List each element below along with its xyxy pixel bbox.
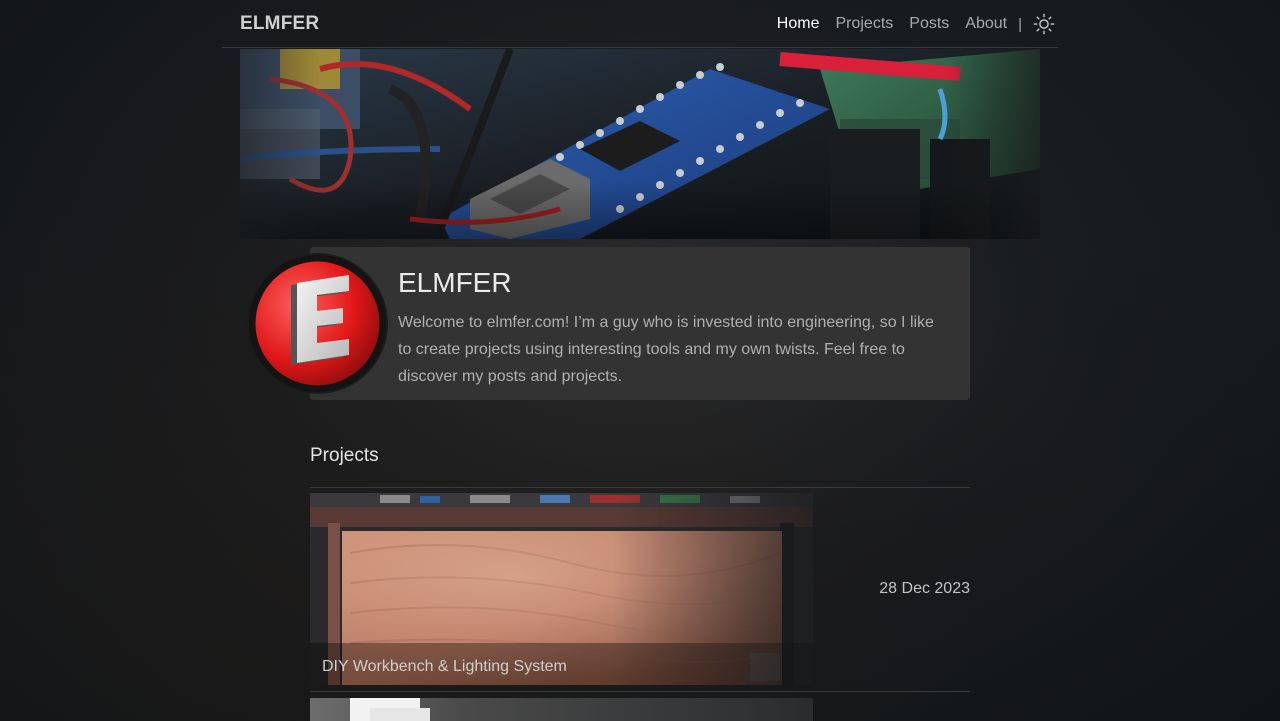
nav-separator: | [1018, 15, 1022, 33]
divider [310, 691, 970, 692]
avatar [249, 255, 386, 392]
project-thumbnail[interactable] [310, 698, 813, 721]
sun-icon [1033, 13, 1055, 35]
nav-link-about[interactable]: About [965, 15, 1007, 33]
profile-card: ELMFER Welcome to elmfer.com! I’m a guy … [310, 247, 970, 400]
projects-heading: Projects [310, 445, 379, 466]
project-title[interactable]: DIY Workbench & Lighting System [322, 658, 567, 676]
nav-link-projects[interactable]: Projects [835, 15, 893, 33]
navbar: ELMFER Home Projects Posts About | [222, 0, 1058, 48]
site-brand[interactable]: ELMFER [240, 13, 319, 35]
hero-banner-image [240, 49, 1040, 239]
project-thumbnail [310, 493, 813, 685]
project-card[interactable]: DIY Workbench & Lighting System 28 Dec 2… [310, 493, 970, 685]
divider [310, 487, 970, 488]
nav-link-home[interactable]: Home [777, 15, 820, 33]
profile-name: ELMFER [398, 267, 512, 298]
nav-link-posts[interactable]: Posts [909, 15, 949, 33]
theme-toggle-button[interactable] [1032, 12, 1056, 36]
nav-links: Home Projects Posts About | [761, 0, 1058, 48]
project-date: 28 Dec 2023 [879, 580, 970, 597]
profile-description: Welcome to elmfer.com! I’m a guy who is … [398, 314, 934, 385]
letter-e-logo [249, 255, 386, 392]
